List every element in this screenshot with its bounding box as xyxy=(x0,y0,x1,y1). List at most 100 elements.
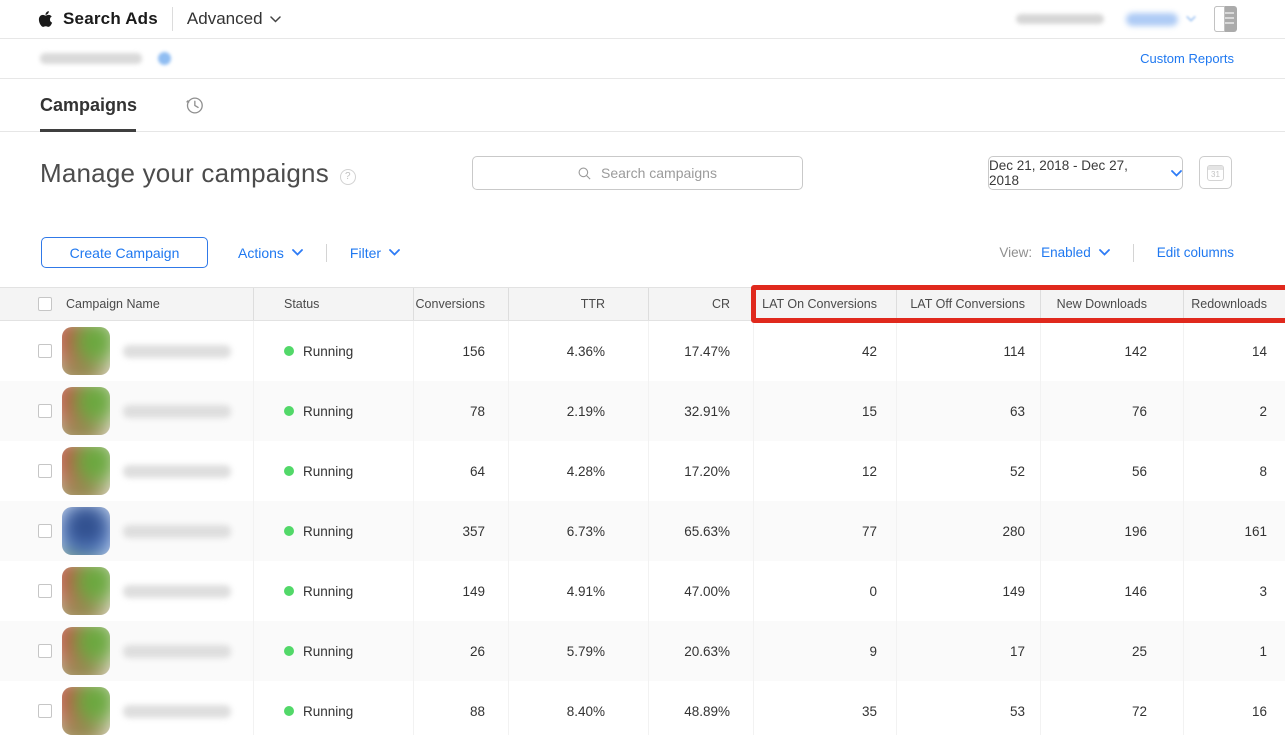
top-bar: Search Ads Advanced xyxy=(0,0,1285,39)
column-header-status[interactable]: Status xyxy=(253,288,413,320)
view-value-label: Enabled xyxy=(1041,245,1091,260)
redownloads-value: 16 xyxy=(1183,681,1285,735)
controls-row: Create Campaign Actions Filter View: Ena… xyxy=(0,237,1285,268)
advanced-dropdown[interactable]: Advanced xyxy=(187,9,281,29)
select-all-checkbox[interactable] xyxy=(38,297,52,311)
campaign-name-cell xyxy=(0,561,253,621)
account-menu-redacted[interactable] xyxy=(1126,13,1178,26)
column-header-lat-off-conversions[interactable]: LAT Off Conversions xyxy=(896,288,1040,320)
campaign-name-cell xyxy=(0,441,253,501)
status-cell: Running xyxy=(253,621,413,681)
campaign-name-redacted[interactable] xyxy=(123,405,231,418)
account-area xyxy=(1016,6,1237,32)
calendar-button[interactable]: 31 xyxy=(1199,156,1232,189)
ttr-value: 6.73% xyxy=(508,501,648,561)
lat-off-conversions-value: 63 xyxy=(896,381,1040,441)
lat-off-conversions-value: 114 xyxy=(896,321,1040,381)
search-box xyxy=(472,156,803,190)
actions-label: Actions xyxy=(238,245,284,261)
date-range-value: Dec 21, 2018 - Dec 27, 2018 xyxy=(989,158,1160,188)
chevron-down-icon xyxy=(1099,249,1110,256)
ttr-value: 4.28% xyxy=(508,441,648,501)
column-label: Status xyxy=(284,297,319,311)
org-selector xyxy=(40,52,171,65)
column-header-campaign-name[interactable]: Campaign Name xyxy=(0,288,253,320)
row-checkbox[interactable] xyxy=(38,584,52,598)
search-input[interactable] xyxy=(601,165,781,181)
campaign-name-redacted[interactable] xyxy=(123,585,231,598)
chevron-down-icon xyxy=(292,249,303,256)
conversions-value: 357 xyxy=(413,501,508,561)
campaign-app-icon xyxy=(62,507,110,555)
status-label: Running xyxy=(303,704,353,719)
account-email-redacted xyxy=(1016,14,1104,24)
chevron-down-icon xyxy=(389,249,400,256)
create-campaign-button[interactable]: Create Campaign xyxy=(41,237,208,268)
view-enabled-dropdown[interactable]: Enabled xyxy=(1041,245,1110,260)
campaign-name-cell xyxy=(0,681,253,735)
ttr-value: 2.19% xyxy=(508,381,648,441)
chevron-down-icon xyxy=(270,16,281,23)
conversions-value: 88 xyxy=(413,681,508,735)
lat-off-conversions-value: 280 xyxy=(896,501,1040,561)
table-row: Running 64 4.28% 17.20% 12 52 56 8 xyxy=(0,441,1285,501)
redownloads-value: 3 xyxy=(1183,561,1285,621)
campaign-name-redacted[interactable] xyxy=(123,465,231,478)
column-header-conversions[interactable]: Conversions xyxy=(413,288,508,320)
conversions-value: 78 xyxy=(413,381,508,441)
apple-logo-icon xyxy=(38,10,53,28)
conversions-value: 156 xyxy=(413,321,508,381)
edit-columns-link[interactable]: Edit columns xyxy=(1157,245,1234,260)
status-cell: Running xyxy=(253,681,413,735)
org-info-icon xyxy=(158,52,171,65)
campaign-name-redacted[interactable] xyxy=(123,705,231,718)
new-downloads-value: 196 xyxy=(1040,501,1183,561)
redownloads-value: 8 xyxy=(1183,441,1285,501)
column-header-lat-on-conversions[interactable]: LAT On Conversions xyxy=(753,288,896,320)
brand: Search Ads Advanced xyxy=(38,7,281,31)
column-header-cr[interactable]: CR xyxy=(648,288,753,320)
lat-on-conversions-value: 12 xyxy=(753,441,896,501)
new-downloads-value: 56 xyxy=(1040,441,1183,501)
row-checkbox[interactable] xyxy=(38,644,52,658)
row-checkbox[interactable] xyxy=(38,524,52,538)
filter-label: Filter xyxy=(350,245,381,261)
date-range-selector[interactable]: Dec 21, 2018 - Dec 27, 2018 xyxy=(988,156,1183,190)
lat-on-conversions-value: 0 xyxy=(753,561,896,621)
lat-off-conversions-value: 52 xyxy=(896,441,1040,501)
row-checkbox[interactable] xyxy=(38,464,52,478)
row-checkbox[interactable] xyxy=(38,404,52,418)
cr-value: 20.63% xyxy=(648,621,753,681)
calendar-glyph-label: 31 xyxy=(1211,170,1220,179)
status-dot-icon xyxy=(284,466,294,476)
cr-value: 65.63% xyxy=(648,501,753,561)
row-checkbox[interactable] xyxy=(38,704,52,718)
actions-dropdown[interactable]: Actions xyxy=(238,245,303,261)
status-cell: Running xyxy=(253,441,413,501)
column-header-new-downloads[interactable]: New Downloads xyxy=(1040,288,1183,320)
help-icon[interactable]: ? xyxy=(340,169,356,185)
reports-panel-icon[interactable] xyxy=(1214,6,1237,32)
cr-value: 17.20% xyxy=(648,441,753,501)
filter-dropdown[interactable]: Filter xyxy=(350,245,400,261)
campaign-name-cell xyxy=(0,501,253,561)
column-header-ttr[interactable]: TTR xyxy=(508,288,648,320)
org-name-redacted xyxy=(40,53,142,64)
campaign-name-redacted[interactable] xyxy=(123,525,231,538)
sub-header: Custom Reports xyxy=(0,39,1285,79)
campaign-name-redacted[interactable] xyxy=(123,345,231,358)
table-header: Campaign Name Status Conversions TTR CR … xyxy=(0,287,1285,321)
custom-reports-link[interactable]: Custom Reports xyxy=(1140,51,1234,66)
campaign-app-icon xyxy=(62,387,110,435)
tab-campaigns[interactable]: Campaigns xyxy=(40,95,137,116)
cr-value: 48.89% xyxy=(648,681,753,735)
status-label: Running xyxy=(303,584,353,599)
page-title: Manage your campaigns xyxy=(40,158,329,189)
row-checkbox[interactable] xyxy=(38,344,52,358)
history-icon[interactable] xyxy=(184,95,205,116)
column-header-redownloads[interactable]: Redownloads xyxy=(1183,288,1285,320)
status-dot-icon xyxy=(284,526,294,536)
campaign-name-cell xyxy=(0,621,253,681)
view-label: View: xyxy=(999,245,1032,260)
campaign-name-redacted[interactable] xyxy=(123,645,231,658)
